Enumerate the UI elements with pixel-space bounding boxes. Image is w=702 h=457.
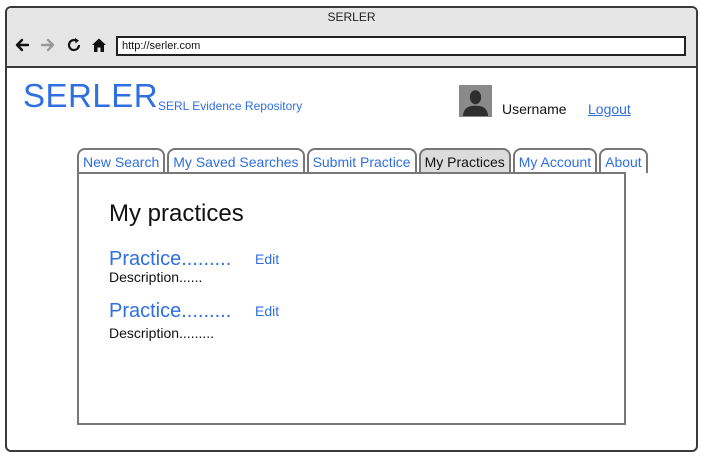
url-text: http://serler.com [122,40,201,52]
window-title: SERLER [327,10,376,24]
page-title: My practices [109,200,244,227]
tab-submit-practice[interactable]: Submit Practice [306,148,417,173]
browser-chrome: SERLER http://serler.com [7,8,696,68]
tab-my-saved-searches[interactable]: My Saved Searches [167,148,305,173]
logout-link[interactable]: Logout [588,101,631,117]
practice-title-link[interactable]: Practice......... [109,300,231,323]
edit-link[interactable]: Edit [255,303,279,319]
home-icon[interactable] [90,36,108,54]
tab-bar: New Search My Saved Searches Submit Prac… [77,148,648,174]
page-content: SERLER SERL Evidence Repository Username… [7,68,696,450]
site-subtitle: SERL Evidence Repository [158,99,303,113]
tab-new-search[interactable]: New Search [77,148,166,173]
practices-panel: My practices Practice......... Edit Desc… [77,172,626,425]
practice-description: Description......... [109,325,215,341]
user-silhouette-icon [460,86,491,116]
practice-item: Practice......... Edit Description...... [109,248,409,288]
username-label: Username [502,101,567,117]
browser-window: SERLER http://serler.com SERLER SERL Evi… [5,6,698,452]
practice-description: Description...... [109,269,203,285]
tab-my-practices[interactable]: My Practices [418,148,511,173]
address-bar[interactable]: http://serler.com [116,36,686,56]
tab-my-account[interactable]: My Account [512,148,598,173]
practice-title-link[interactable]: Practice......... [109,248,231,271]
reload-icon[interactable] [65,36,83,54]
avatar[interactable] [459,85,492,117]
forward-arrow-icon[interactable] [39,36,57,54]
site-logo[interactable]: SERLER [23,77,158,115]
tab-about[interactable]: About [599,148,648,173]
back-arrow-icon[interactable] [13,36,31,54]
practice-item: Practice......... Edit Description......… [109,300,409,341]
edit-link[interactable]: Edit [255,251,279,267]
